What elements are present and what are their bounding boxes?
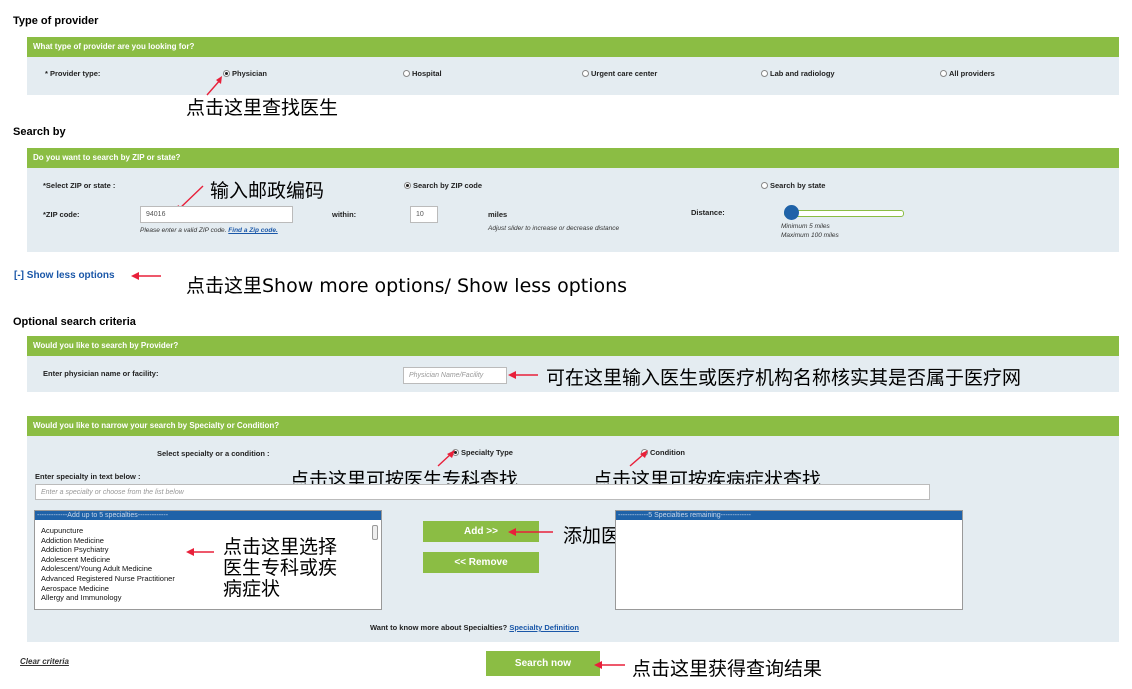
provider-question-bar: What type of provider are you looking fo…	[27, 37, 1119, 57]
arrow-icon	[594, 661, 625, 669]
search-now-button[interactable]: Search now	[486, 651, 600, 676]
radio-specialty-type[interactable]: Specialty Type	[452, 448, 513, 457]
specialty-definition-link[interactable]: Specialty Definition	[509, 623, 579, 632]
optional-section-title: Optional search criteria	[13, 316, 136, 328]
select-specialty-label: Select specialty or a condition :	[157, 449, 270, 458]
search-by-section-title: Search by	[13, 126, 66, 138]
search-by-question-bar: Do you want to search by ZIP or state?	[27, 148, 1119, 168]
list-item[interactable]: Acupuncture	[35, 526, 381, 536]
remaining-header: -------------5 Specialties remaining----…	[616, 511, 962, 520]
provider-section-title: Type of provider	[13, 15, 99, 27]
select-zip-state-label: *Select ZIP or state :	[43, 181, 116, 190]
listbox-header: -------------Add up to 5 specialties----…	[35, 511, 381, 520]
radio-dot-icon	[761, 182, 768, 189]
show-less-options-link[interactable]: [-] Show less options	[14, 270, 115, 281]
radio-search-state[interactable]: Search by state	[761, 181, 825, 190]
zip-hint: Please enter a valid ZIP code. Find a Zi…	[140, 227, 278, 234]
zip-code-label: *ZIP code:	[43, 210, 80, 219]
radio-dot-icon	[403, 70, 410, 77]
radio-dot-icon	[223, 70, 230, 77]
annotation-choose-specialty: 点击这里选择 医生专科或疾 病症状	[223, 537, 337, 600]
selected-specialties-box[interactable]: -------------5 Specialties remaining----…	[615, 510, 963, 610]
radio-condition[interactable]: Condition	[641, 448, 685, 457]
radio-dot-icon	[582, 70, 589, 77]
annotation-find-doctor: 点击这里查找医生	[186, 97, 339, 119]
annotation-enter-zip: 输入邮政编码	[210, 180, 325, 202]
radio-hospital[interactable]: Hospital	[403, 69, 442, 78]
physician-name-input[interactable]: Physician Name/Facility	[403, 367, 507, 384]
radio-search-zip[interactable]: Search by ZIP code	[404, 181, 482, 190]
radio-dot-icon	[940, 70, 947, 77]
radio-all-providers[interactable]: All providers	[940, 69, 995, 78]
provider-search-question-bar: Would you like to search by Provider?	[27, 336, 1119, 356]
miles-label: miles	[488, 210, 508, 219]
radio-dot-icon	[761, 70, 768, 77]
within-input[interactable]: 10	[410, 206, 438, 223]
physician-name-label: Enter physician name or facility:	[43, 369, 159, 378]
radio-dot-icon	[404, 182, 411, 189]
slider-hint: Adjust slider to increase or decrease di…	[488, 225, 620, 232]
clear-criteria-link[interactable]: Clear criteria	[20, 657, 69, 666]
radio-lab-radiology[interactable]: Lab and radiology	[761, 69, 835, 78]
specialty-text-label: Enter specialty in text below :	[35, 472, 141, 481]
annotation-line: 医生专科或疾	[223, 557, 338, 579]
find-zip-link[interactable]: Find a Zip code.	[228, 227, 277, 234]
annotation-line: 病症状	[223, 578, 281, 600]
annotation-show-options: 点击这里Show more options/ Show less options	[186, 275, 628, 297]
distance-min: Minimum 5 miles	[781, 223, 830, 230]
specialty-more-text: Want to know more about Specialties? Spe…	[370, 623, 579, 632]
specialty-question-bar: Would you like to narrow your search by …	[27, 416, 1119, 436]
within-label: within:	[332, 210, 357, 219]
distance-max: Maximum 100 miles	[781, 232, 839, 239]
distance-slider-handle[interactable]	[784, 205, 799, 220]
radio-physician[interactable]: Physician	[223, 69, 267, 78]
zip-code-input[interactable]: 94016	[140, 206, 293, 223]
annotation-get-results: 点击这里获得查询结果	[632, 658, 823, 680]
listbox-scrollbar[interactable]	[372, 525, 378, 540]
annotation-verify-network: 可在这里输入医生或医疗机构名称核实其是否属于医疗网	[546, 367, 1022, 389]
distance-label: Distance:	[691, 208, 725, 217]
annotation-line: 点击这里选择	[223, 536, 338, 558]
radio-urgent-care[interactable]: Urgent care center	[582, 69, 657, 78]
specialty-text-input[interactable]: Enter a specialty or choose from the lis…	[35, 484, 930, 500]
remove-button[interactable]: << Remove	[423, 552, 539, 573]
provider-type-label: * Provider type:	[45, 69, 101, 78]
distance-slider-track[interactable]	[784, 210, 904, 217]
